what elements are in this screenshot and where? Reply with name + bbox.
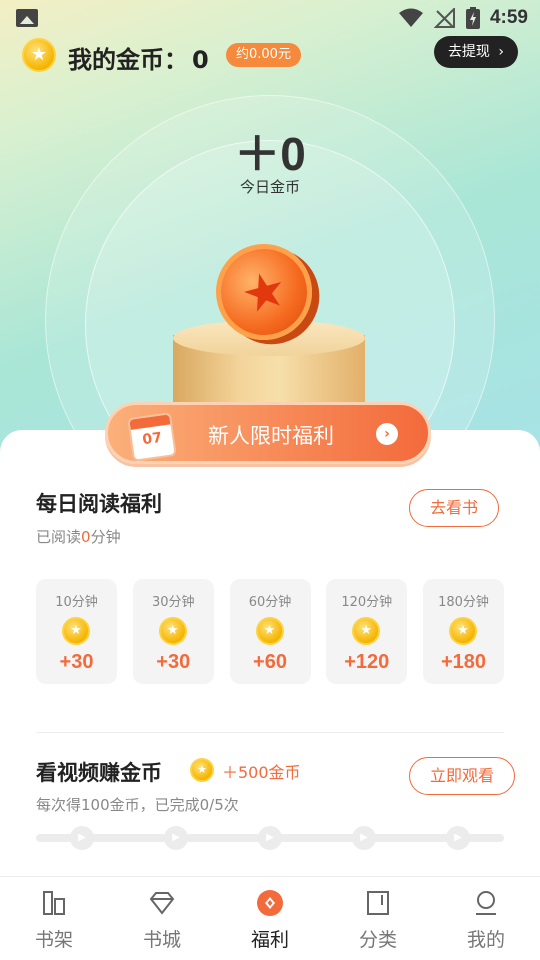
status-time: 4:59	[489, 7, 528, 28]
reward-card: 120分钟 ★ +120	[326, 579, 408, 684]
play-step-icon: ▶	[258, 826, 282, 850]
read-minutes: 0	[81, 528, 91, 546]
chevron-right-circle-icon: ›	[376, 423, 398, 445]
gold-coin-icon: ★	[449, 617, 477, 645]
status-bar: 4:59	[0, 0, 540, 36]
withdraw-label: 去提现	[447, 44, 490, 60]
promo-label: 新人限时福利	[208, 424, 334, 448]
bookshelf-icon	[43, 891, 65, 915]
go-read-button[interactable]: 去看书	[409, 489, 500, 527]
reward-duration: 10分钟	[55, 595, 98, 610]
daily-reading-progress: 已阅读0分钟	[36, 526, 121, 547]
section-divider	[36, 732, 504, 733]
my-coins-label: 我的金币：	[68, 46, 188, 74]
battery-charging-icon	[465, 7, 480, 29]
gold-coin-icon: ★	[62, 617, 90, 645]
approx-value-badge: 约0.00元	[226, 43, 301, 67]
gold-coin-icon: ★	[255, 617, 284, 645]
tab-bookstore[interactable]: 书城	[108, 877, 216, 960]
chevron-right-icon: ›	[498, 44, 504, 60]
reward-amount: +120	[344, 651, 390, 673]
play-step-icon: ▶	[446, 826, 470, 850]
diamond-icon	[149, 892, 175, 915]
video-reward-subtitle: 每次得100金币，已完成0/5次	[36, 796, 239, 814]
read-prefix: 已阅读	[36, 528, 82, 546]
gold-coin-icon: ★	[22, 38, 56, 72]
video-reward-title: 看视频赚金币	[36, 761, 162, 785]
gold-coin-icon: ★	[352, 617, 381, 645]
reward-card: 30分钟 ★ +30	[132, 579, 214, 684]
tab-label: 书架	[34, 929, 73, 951]
reward-amount: +30	[156, 651, 191, 673]
tab-label: 分类	[358, 929, 397, 951]
my-coins-title: 我的金币： 0	[68, 40, 209, 75]
category-icon	[367, 891, 389, 915]
reward-duration: 60分钟	[248, 595, 292, 610]
profile-icon	[476, 891, 496, 915]
status-right: 4:59	[398, 6, 528, 30]
read-suffix: 分钟	[90, 528, 121, 546]
tab-profile[interactable]: 我的	[432, 877, 540, 960]
gold-coin-icon: ★	[158, 617, 187, 645]
daily-reading-title: 每日阅读福利	[36, 492, 162, 516]
watch-now-button[interactable]: 立即观看	[409, 757, 516, 795]
bottom-tab-bar: 书架 书城 福利 分类 我的	[0, 876, 540, 960]
no-signal-icon	[433, 8, 455, 28]
reward-duration: 180分钟	[438, 595, 489, 610]
reward-duration: 120分钟	[341, 595, 393, 610]
play-step-icon: ▶	[70, 826, 94, 850]
tab-category[interactable]: 分类	[324, 877, 432, 960]
today-coin-label: 今日金币	[239, 178, 300, 196]
play-step-icon: ▶	[352, 826, 376, 850]
tab-label: 我的	[466, 929, 505, 951]
tab-label: 福利	[250, 929, 289, 951]
calendar-icon: 07	[127, 412, 177, 462]
coin-count: 0	[192, 46, 209, 74]
welfare-icon	[257, 890, 283, 916]
reward-card: 180分钟 ★ +180	[423, 579, 504, 684]
reward-amount: +30	[59, 651, 94, 673]
tab-welfare[interactable]: 福利	[216, 877, 324, 960]
withdraw-button[interactable]: 去提现 ›	[433, 36, 518, 68]
today-coin-amount: ＋0	[234, 128, 306, 180]
gallery-notification-icon	[16, 9, 38, 27]
play-step-icon: ▶	[164, 826, 188, 850]
tab-bookshelf[interactable]: 书架	[0, 877, 108, 960]
reward-card: 10分钟 ★ +30	[36, 579, 117, 684]
new-user-promo-button[interactable]: 07 新人限时福利 ›	[105, 402, 431, 464]
reward-card: 60分钟 ★ +60	[229, 579, 311, 684]
wifi-icon	[398, 8, 423, 27]
reward-amount: +180	[440, 651, 487, 673]
reward-duration: 30分钟	[151, 595, 195, 610]
reading-reward-list: 10分钟 ★ +30 30分钟 ★ +30 60分钟 ★ +60 120分钟 ★…	[36, 579, 504, 684]
reward-amount: +60	[253, 651, 287, 673]
video-bonus-amount: ＋500金币	[222, 763, 301, 782]
gold-coin-icon: ★	[190, 758, 214, 782]
calendar-day: 07	[141, 429, 164, 449]
tab-label: 书城	[142, 929, 181, 951]
